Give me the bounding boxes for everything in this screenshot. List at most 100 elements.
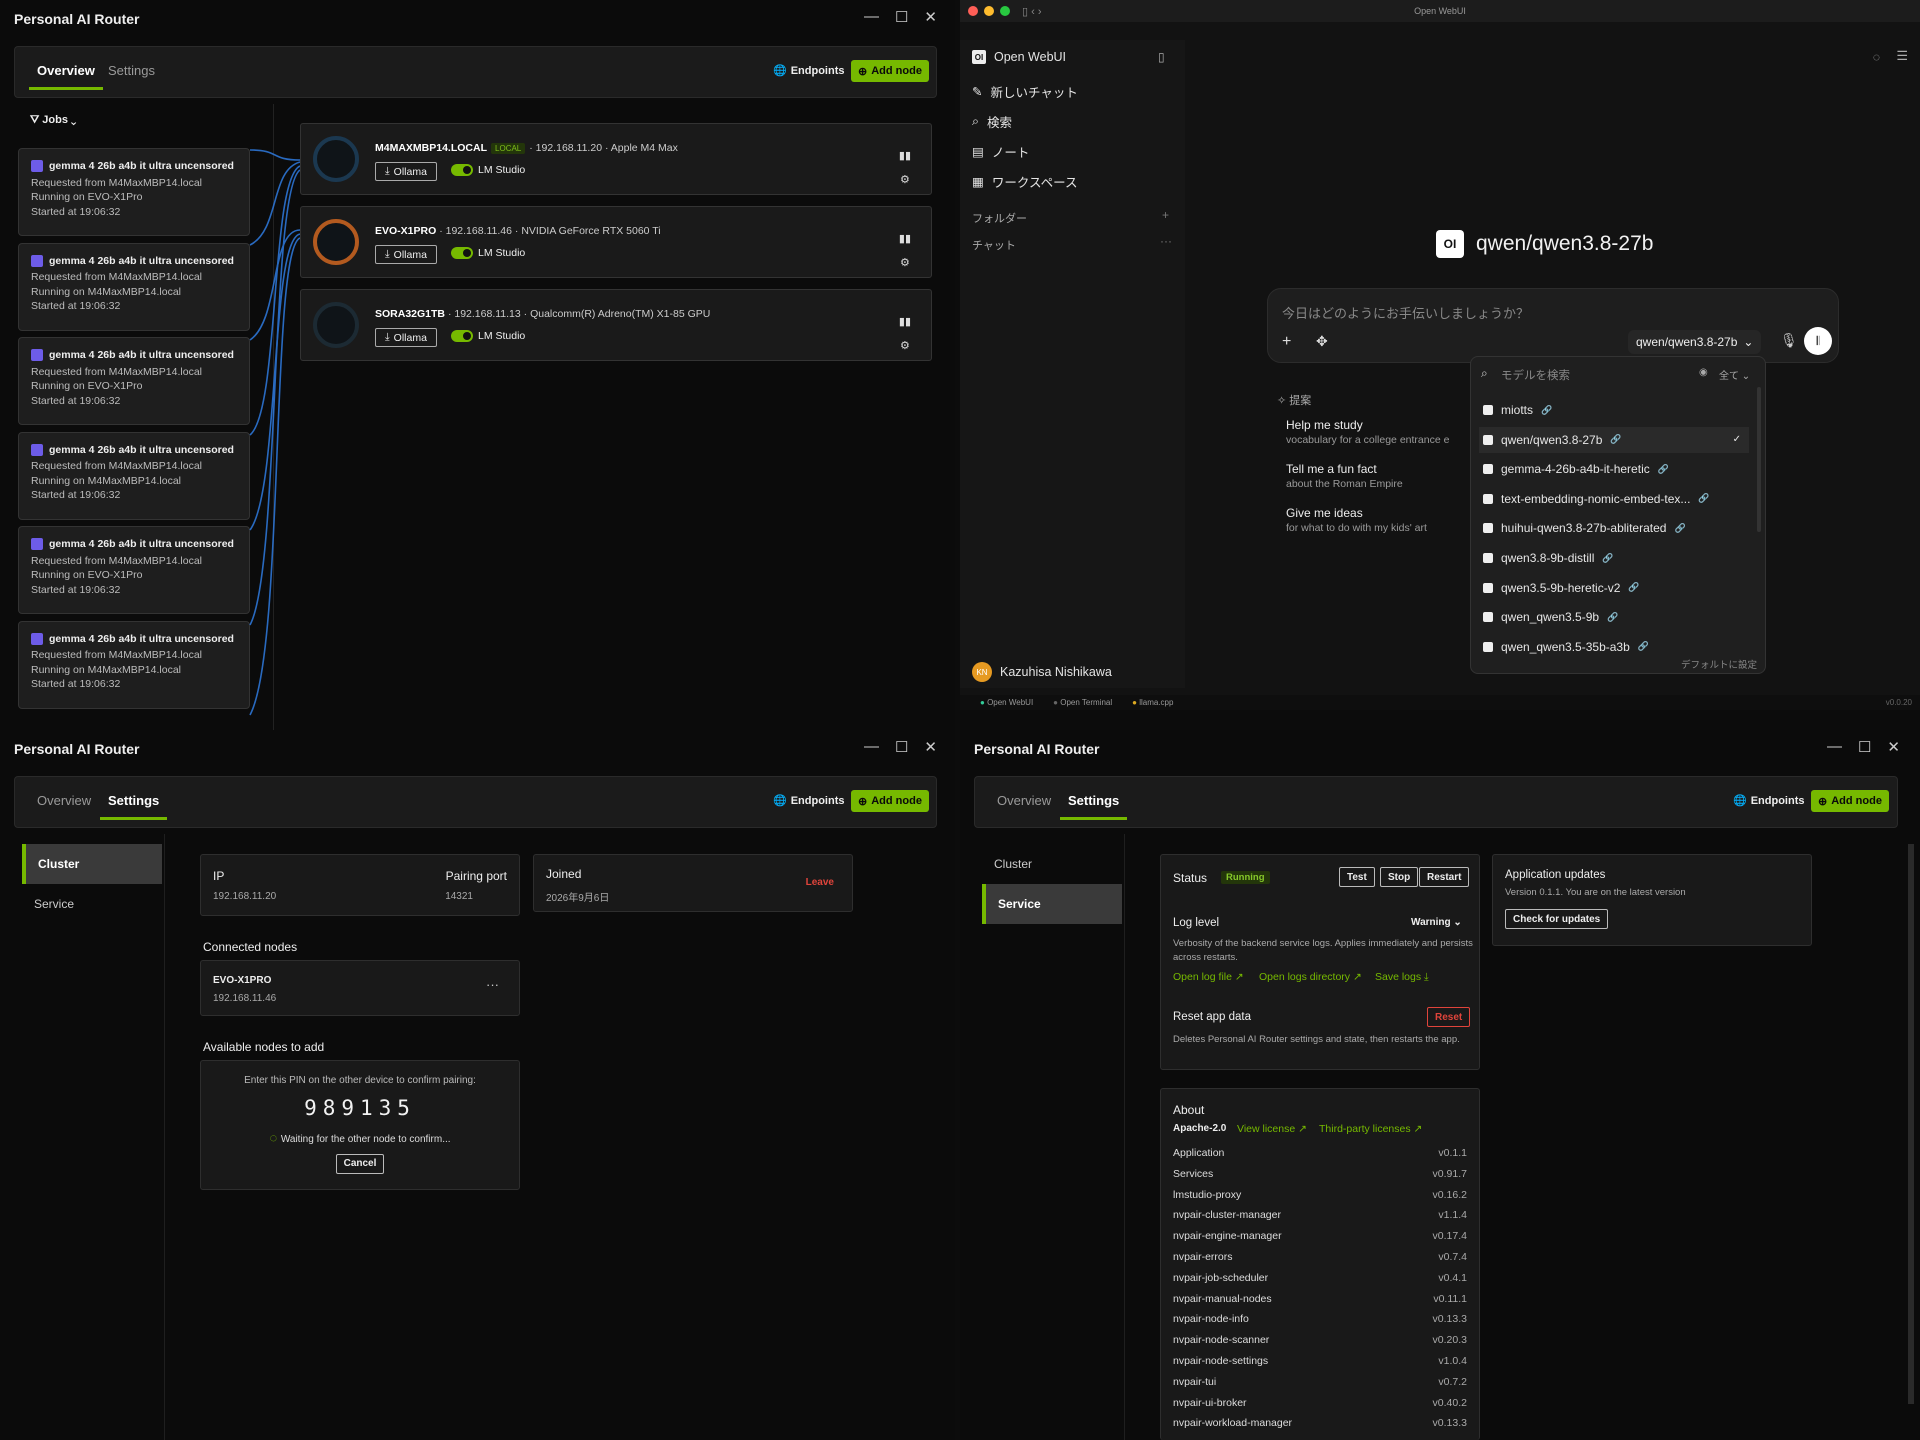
job-card[interactable]: gemma 4 26b a4b it ultra uncensored h...…	[18, 337, 250, 425]
gear-icon[interactable]: ⚙	[899, 168, 911, 192]
model-option[interactable]: qwen3.8-9b-distill 🔗	[1479, 545, 1749, 571]
model-option[interactable]: gemma-4-26b-a4b-it-heretic 🔗	[1479, 456, 1749, 482]
voice-mode-icon[interactable]: 𝄃	[1804, 327, 1832, 355]
prompt-input[interactable]: 今日はどのようにお手伝いしましょうか？	[1282, 303, 1529, 322]
folders-header[interactable]: フォルダー	[972, 210, 1027, 226]
minimize-icon[interactable]: —	[864, 738, 879, 756]
model-option[interactable]: qwen/qwen3.8-27b 🔗 ✓	[1479, 426, 1749, 453]
reset-button[interactable]: Reset	[1427, 1007, 1471, 1027]
job-card[interactable]: gemma 4 26b a4b it ultra uncensored h...…	[18, 620, 250, 709]
gear-icon[interactable]: ⚙	[899, 334, 911, 358]
ollama-install-button[interactable]: ⤓ Ollama	[375, 328, 437, 347]
third-party-licenses-link[interactable]: Third-party licenses ↗	[1319, 1123, 1422, 1135]
sidebar-item-cluster[interactable]: Cluster	[982, 844, 1122, 884]
jobs-filter[interactable]: ⛛ Jobs ⌄	[30, 114, 76, 127]
nav-search[interactable]: ⌕ 検索	[972, 112, 1012, 131]
open-logs-directory-link[interactable]: Open logs directory ↗	[1259, 971, 1362, 983]
close-icon[interactable]: ✕	[924, 8, 937, 26]
suggestion-ideas[interactable]: Give me ideas for what to do with my kids…	[1286, 506, 1427, 534]
nav-new-chat[interactable]: ✎ 新しいチャット	[972, 82, 1078, 101]
add-node-button[interactable]: ⊕ Add node	[1811, 790, 1889, 812]
filter-all-select[interactable]: 全て ⌄	[1719, 367, 1750, 382]
tab-overview[interactable]: Overview	[29, 63, 103, 90]
maximize-icon[interactable]: ☐	[895, 8, 908, 26]
sidebar-item-service[interactable]: Service	[982, 884, 1122, 924]
model-option[interactable]: miotts 🔗	[1479, 397, 1749, 423]
stop-button[interactable]: Stop	[1380, 867, 1419, 887]
save-logs-link[interactable]: Save logs ⤓	[1375, 971, 1429, 984]
sidebar-item-service[interactable]: Service	[22, 884, 162, 924]
nav-notes[interactable]: ▤ ノート	[972, 142, 1029, 161]
maximize-icon[interactable]: ☐	[895, 738, 908, 756]
view-license-link[interactable]: View license ↗	[1237, 1123, 1307, 1135]
stats-icon[interactable]: ▮▮	[899, 227, 911, 251]
add-node-button[interactable]: ⊕ Add node	[851, 790, 929, 812]
job-card[interactable]: gemma 4 26b a4b it ultra uncensored h...…	[18, 431, 250, 520]
visibility-icon[interactable]: ◉	[1699, 367, 1708, 378]
chats-header[interactable]: チャット	[972, 237, 1016, 253]
loading-circle-icon[interactable]: ◌	[1873, 50, 1880, 64]
lm-studio-toggle[interactable]: LM Studio	[451, 247, 525, 259]
tab-overview[interactable]: Overview	[37, 793, 91, 808]
sidebar-item-cluster[interactable]: Cluster	[22, 844, 162, 884]
minimize-icon[interactable]: —	[864, 8, 879, 26]
more-icon[interactable]: ···	[486, 977, 499, 992]
stats-icon[interactable]: ▮▮	[899, 144, 911, 168]
model-selector[interactable]: qwen/qwen3.8-27b ⌄	[1628, 330, 1762, 354]
gear-icon[interactable]: ⚙	[899, 251, 911, 275]
test-button[interactable]: Test	[1339, 867, 1375, 887]
job-card[interactable]: gemma 4 26b a4b it ultra uncensored h...…	[18, 242, 250, 331]
model-option[interactable]: qwen_qwen3.5-35b-a3b 🔗	[1479, 634, 1749, 660]
settings-sliders-icon[interactable]: ☰	[1896, 48, 1908, 64]
suggestion-study[interactable]: Help me study vocabulary for a college en…	[1286, 418, 1449, 446]
tab-settings[interactable]: Settings	[108, 63, 155, 78]
status-item-terminal[interactable]: ● Open Terminal	[1053, 698, 1112, 707]
attach-plus-icon[interactable]: +	[1282, 333, 1291, 351]
status-item-webui[interactable]: ● Open WebUI	[980, 698, 1033, 707]
sidebar-collapse-icon[interactable]: ▯	[1158, 50, 1165, 64]
tab-settings[interactable]: Settings	[1059, 793, 1128, 820]
user-profile[interactable]: KN Kazuhisa Nishikawa	[972, 662, 1112, 682]
model-search-input[interactable]: モデルを検索	[1501, 367, 1570, 383]
job-started-at: Started at 19:06:32	[31, 583, 121, 596]
tools-icon[interactable]: ✥	[1316, 333, 1328, 350]
check-updates-button[interactable]: Check for updates	[1505, 909, 1609, 929]
status-item-llama[interactable]: ● llama.cpp	[1132, 698, 1173, 707]
close-icon[interactable]: ✕	[924, 738, 937, 756]
tab-overview[interactable]: Overview	[997, 793, 1051, 808]
model-option[interactable]: huihui-qwen3.8-27b-abliterated 🔗	[1479, 515, 1749, 541]
stats-icon[interactable]: ▮▮	[899, 310, 911, 334]
model-option[interactable]: qwen3.5-9b-heretic-v2 🔗	[1479, 575, 1749, 601]
log-level-select[interactable]: Warning ⌄	[1411, 917, 1462, 928]
restart-button[interactable]: Restart	[1419, 867, 1470, 887]
cancel-button[interactable]: Cancel	[335, 1153, 385, 1174]
endpoints-button[interactable]: 🌐 Endpoints	[773, 794, 844, 808]
job-card[interactable]: gemma 4 26b a4b it ultra uncensored h...…	[18, 526, 250, 614]
scrollbar[interactable]	[1757, 387, 1761, 532]
more-icon[interactable]: ···	[1160, 234, 1172, 248]
endpoints-button[interactable]: 🌐 Endpoints	[1733, 794, 1804, 808]
model-option[interactable]: text-embedding-nomic-embed-tex... 🔗	[1479, 486, 1749, 512]
nav-workspace[interactable]: ▦ ワークスペース	[972, 172, 1077, 191]
brand[interactable]: OI Open WebUI	[972, 50, 1066, 64]
microphone-icon[interactable]: 🎙	[1780, 332, 1798, 349]
set-default-button[interactable]: デフォルトに設定	[1681, 657, 1757, 671]
scrollbar[interactable]	[1908, 844, 1914, 1404]
minimize-icon[interactable]: —	[1827, 738, 1842, 756]
ollama-install-button[interactable]: ⤓ Ollama	[375, 245, 437, 264]
open-log-file-link[interactable]: Open log file ↗	[1173, 971, 1244, 983]
add-node-button[interactable]: ⊕ Add node	[851, 60, 929, 82]
leave-button[interactable]: Leave	[806, 877, 834, 888]
job-card[interactable]: gemma 4 26b a4b it ultra uncensored h...…	[18, 148, 250, 236]
ollama-install-button[interactable]: ⤓ Ollama	[375, 162, 437, 181]
model-option[interactable]: qwen_qwen3.5-9b 🔗	[1479, 604, 1749, 630]
nav-notes-label: ノート	[991, 146, 1030, 160]
suggestion-fact[interactable]: Tell me a fun fact about the Roman Empire	[1286, 462, 1403, 490]
endpoints-button[interactable]: 🌐 Endpoints	[773, 64, 844, 78]
maximize-icon[interactable]: ☐	[1858, 738, 1871, 756]
add-folder-icon[interactable]: +	[1162, 208, 1169, 222]
tab-settings[interactable]: Settings	[99, 793, 168, 820]
lm-studio-toggle[interactable]: LM Studio	[451, 164, 525, 176]
close-icon[interactable]: ✕	[1887, 738, 1900, 756]
lm-studio-toggle[interactable]: LM Studio	[451, 330, 525, 342]
